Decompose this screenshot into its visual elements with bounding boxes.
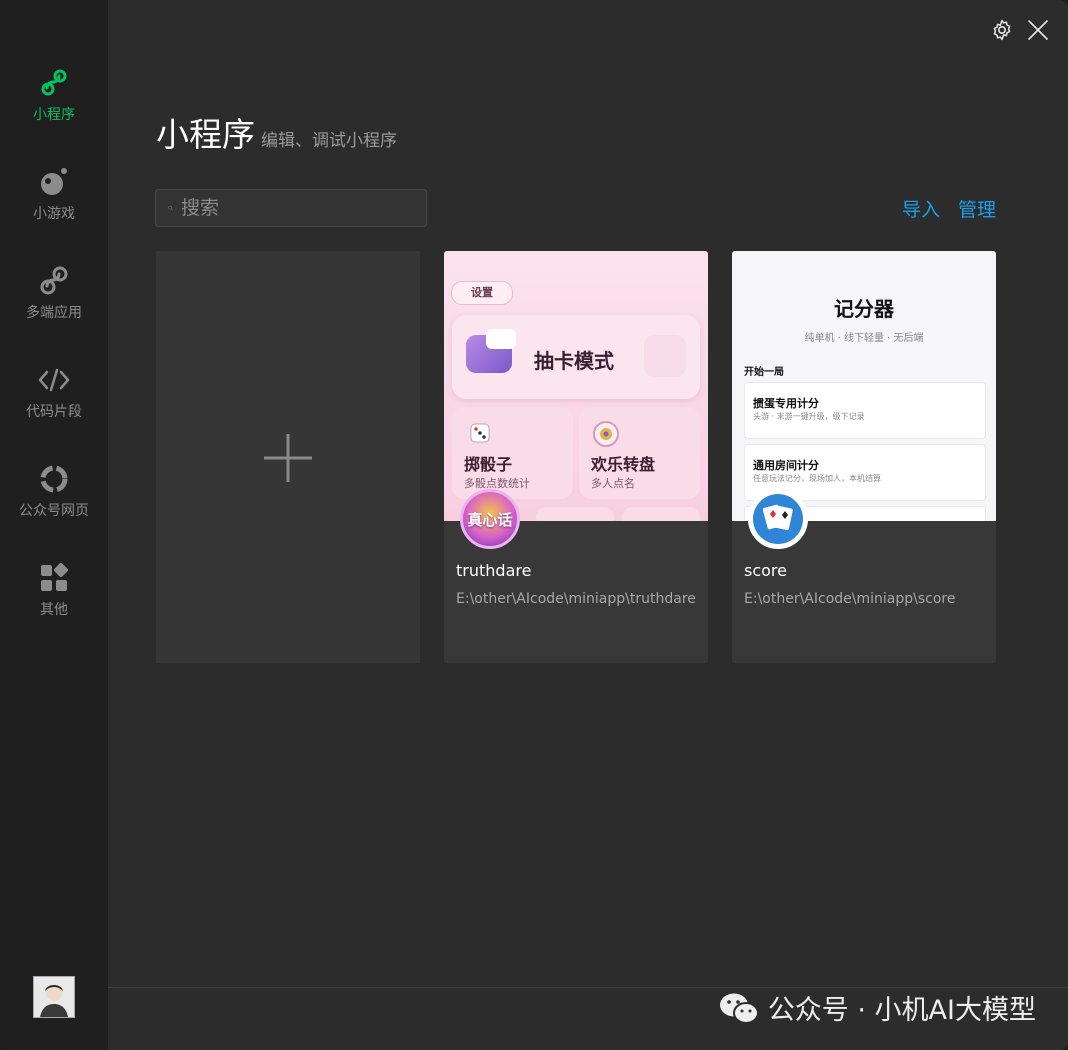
preview-cell <box>536 507 614 521</box>
sidebar-item-label: 小程序 <box>33 107 75 123</box>
mini-game-icon <box>41 168 67 195</box>
playing-cards-icon <box>753 494 803 544</box>
sidebar-item-label: 小游戏 <box>33 206 75 222</box>
mini-program-icon <box>41 69 67 96</box>
preview-hero-title: 抽卡模式 <box>534 349 614 373</box>
search-input[interactable] <box>179 196 426 220</box>
sidebar-item-mini-program[interactable]: 小程序 <box>0 66 108 146</box>
preview-row-subtitle: 头游 · 末游一键升级，级下记录 <box>753 412 865 421</box>
manage-button[interactable]: 管理 <box>958 195 996 222</box>
dice-icon <box>470 423 490 443</box>
preview-cell-subtitle: 多骰点数统计 <box>464 477 530 490</box>
apps-grid-icon <box>41 563 68 591</box>
preview-cell <box>622 507 700 521</box>
watermark: 公众号 · 小机AI大模型 <box>718 988 1036 1027</box>
app-icon-text: 真心话 <box>467 511 513 529</box>
search-box[interactable] <box>155 189 427 227</box>
preview-row: 掼蛋专用计分 头游 · 末游一键升级，级下记录 <box>744 382 986 439</box>
multi-platform-icon <box>40 266 68 295</box>
project-preview: 设置 抽卡模式 掷骰子 多骰点数统计 欢乐转盘 多人点名 <box>444 251 708 521</box>
project-name: truthdare <box>456 561 532 580</box>
new-project-card[interactable] <box>156 251 420 663</box>
project-preview: 记分器 纯单机 · 线下轻量 · 无后端 开始一局 掼蛋专用计分 头游 · 末游… <box>732 251 996 521</box>
project-card-truthdare[interactable]: 设置 抽卡模式 掷骰子 多骰点数统计 欢乐转盘 多人点名 真心话 truthda… <box>444 251 708 663</box>
wechat-icon <box>719 993 759 1024</box>
sidebar-item-code-snippet[interactable]: 代码片段 <box>0 363 108 443</box>
preview-cell-dice: 掷骰子 多骰点数统计 <box>452 407 573 499</box>
preview-row-title: 掼蛋专用计分 <box>753 397 819 410</box>
preview-cell-subtitle: 多人点名 <box>591 477 635 490</box>
main-panel: 小程序 编辑、调试小程序 导入 管理 设置 <box>108 0 1068 1050</box>
sidebar-item-label: 多端应用 <box>26 305 82 321</box>
official-account-icon <box>40 465 68 493</box>
settings-gear-icon[interactable] <box>990 18 1014 42</box>
project-path: E:\other\AIcode\miniapp\truthdare <box>456 591 696 607</box>
close-icon[interactable] <box>1026 18 1050 42</box>
window-controls <box>990 18 1050 42</box>
sidebar-item-multi-platform[interactable]: 多端应用 <box>0 264 108 344</box>
user-avatar[interactable] <box>33 976 75 1018</box>
sidebar-item-label: 其他 <box>40 602 68 618</box>
truthdare-app-icon: 真心话 <box>460 489 520 549</box>
heart-bubble-icon <box>486 329 516 349</box>
preview-cell-title: 掷骰子 <box>464 455 513 474</box>
header-actions: 导入 管理 <box>902 195 996 222</box>
project-name: score <box>744 561 787 580</box>
preview-title: 记分器 <box>834 297 894 321</box>
sidebar-item-mini-game[interactable]: 小游戏 <box>0 165 108 245</box>
watermark-text: 公众号 · 小机AI大模型 <box>767 995 1036 1026</box>
search-icon <box>168 205 173 211</box>
score-app-icon <box>748 489 808 549</box>
sidebar-item-official-account[interactable]: 公众号网页 <box>0 462 108 542</box>
sidebar-item-label: 公众号网页 <box>19 503 89 519</box>
preview-cell-title: 欢乐转盘 <box>591 455 656 474</box>
import-button[interactable]: 导入 <box>902 195 940 222</box>
preview-cell-wheel: 欢乐转盘 多人点名 <box>579 407 700 499</box>
plus-icon <box>264 434 312 482</box>
code-snippet-icon <box>38 368 70 392</box>
avatar-image-icon <box>34 977 74 1017</box>
sidebar: 小程序 小游戏 多端应用 代码片段 公众号网页 其他 <box>0 0 108 1050</box>
preview-subtitle: 纯单机 · 线下轻量 · 无后端 <box>804 333 924 344</box>
preview-row-title: 通用房间计分 <box>753 459 819 472</box>
page-title: 小程序 <box>156 115 255 154</box>
wheel-icon <box>593 421 619 447</box>
page-header: 小程序 编辑、调试小程序 <box>156 108 397 156</box>
sidebar-item-other[interactable]: 其他 <box>0 561 108 641</box>
preview-settings-pill: 设置 <box>451 281 513 305</box>
project-card-score[interactable]: 记分器 纯单机 · 线下轻量 · 无后端 开始一局 掼蛋专用计分 头游 · 末游… <box>732 251 996 663</box>
app-window: 小程序 小游戏 多端应用 代码片段 公众号网页 其他 小程序 编辑、调试小程序 … <box>0 0 1068 1050</box>
project-path: E:\other\AIcode\miniapp\score <box>744 591 956 607</box>
page-subtitle: 编辑、调试小程序 <box>261 131 397 151</box>
paper-plane-icon <box>644 335 686 377</box>
preview-row-subtitle: 任意玩法记分，现场加人，本机结算 <box>753 474 881 483</box>
preview-hero-card: 抽卡模式 <box>452 315 700 399</box>
sidebar-item-label: 代码片段 <box>26 404 82 420</box>
preview-section-heading: 开始一局 <box>744 367 784 378</box>
